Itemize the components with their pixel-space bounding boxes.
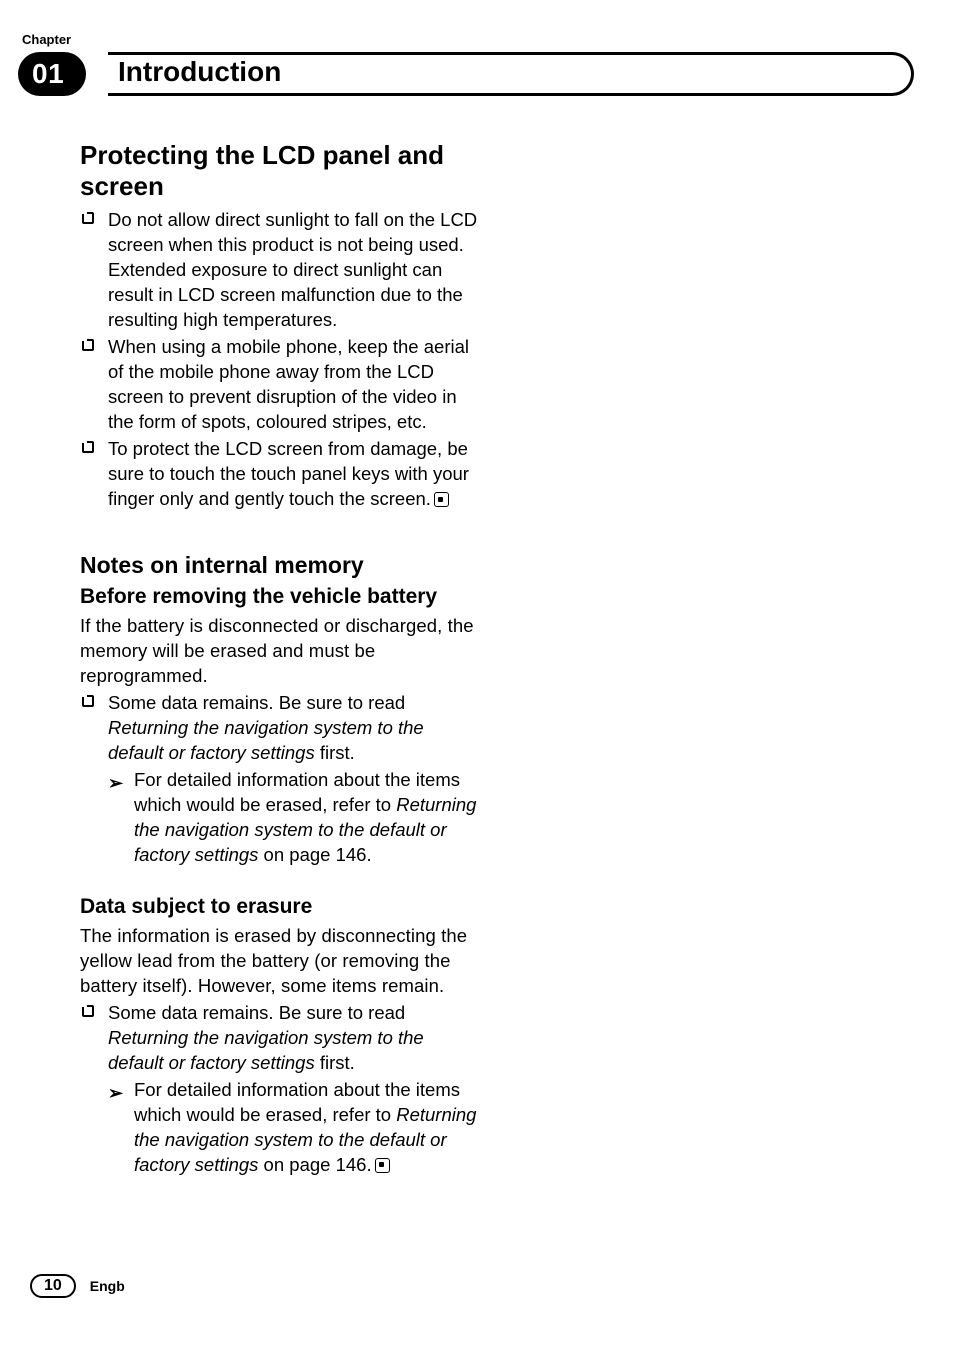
- arrow-icon: ➢: [108, 771, 123, 795]
- paragraph: If the battery is disconnected or discha…: [80, 614, 480, 689]
- list-item: ➢ For detailed information about the ite…: [108, 1078, 480, 1178]
- list-item: ➢ For detailed information about the ite…: [108, 768, 480, 868]
- reference-title: Returning the navigation system to the d…: [108, 717, 424, 763]
- list-item: To protect the LCD screen from damage, b…: [80, 437, 480, 512]
- sublist: ➢ For detailed information about the ite…: [108, 1078, 480, 1178]
- list-item: Some data remains. Be sure to read Retur…: [80, 691, 480, 868]
- section-end-icon: [434, 492, 449, 507]
- heading-data-erasure: Data subject to erasure: [80, 894, 480, 920]
- text: Some data remains. Be sure to read: [108, 692, 405, 713]
- heading-protecting-lcd: Protecting the LCD panel and screen: [80, 140, 480, 202]
- section-title: Introduction: [118, 56, 293, 88]
- content-column: Protecting the LCD panel and screen Do n…: [80, 140, 480, 1217]
- heading-before-removing: Before removing the vehicle battery: [80, 584, 480, 610]
- list-data-erasure: Some data remains. Be sure to read Retur…: [80, 1001, 480, 1178]
- heading-notes-memory: Notes on internal memory: [80, 552, 480, 580]
- language-code: Engb: [90, 1278, 125, 1294]
- list-protecting-lcd: Do not allow direct sunlight to fall on …: [80, 208, 480, 512]
- reference-title: Returning the navigation system to the d…: [108, 1027, 424, 1073]
- sublist: ➢ For detailed information about the ite…: [108, 768, 480, 868]
- text: Some data remains. Be sure to read: [108, 1002, 405, 1023]
- paragraph: The information is erased by disconnecti…: [80, 924, 480, 999]
- list-before-removing: Some data remains. Be sure to read Retur…: [80, 691, 480, 868]
- list-item: Some data remains. Be sure to read Retur…: [80, 1001, 480, 1178]
- list-item-text: To protect the LCD screen from damage, b…: [108, 438, 469, 509]
- section-end-icon: [375, 1158, 390, 1173]
- text: first.: [315, 1052, 355, 1073]
- text: first.: [315, 742, 355, 763]
- page-footer: 10 Engb: [30, 1274, 125, 1298]
- page-number: 10: [30, 1274, 76, 1298]
- section-protecting-lcd: Protecting the LCD panel and screen Do n…: [80, 140, 480, 512]
- chapter-number-pill: 01: [18, 52, 86, 96]
- chapter-label: Chapter: [22, 32, 71, 47]
- section-notes-memory: Notes on internal memory Before removing…: [80, 552, 480, 1177]
- arrow-icon: ➢: [108, 1081, 123, 1105]
- list-item: Do not allow direct sunlight to fall on …: [80, 208, 480, 333]
- list-item: When using a mobile phone, keep the aeri…: [80, 335, 480, 435]
- subsection-data-erasure: Data subject to erasure The information …: [80, 894, 480, 1178]
- text: on page 146.: [258, 1154, 371, 1175]
- subsection-before-removing: Before removing the vehicle battery If t…: [80, 584, 480, 868]
- text: on page 146.: [258, 844, 371, 865]
